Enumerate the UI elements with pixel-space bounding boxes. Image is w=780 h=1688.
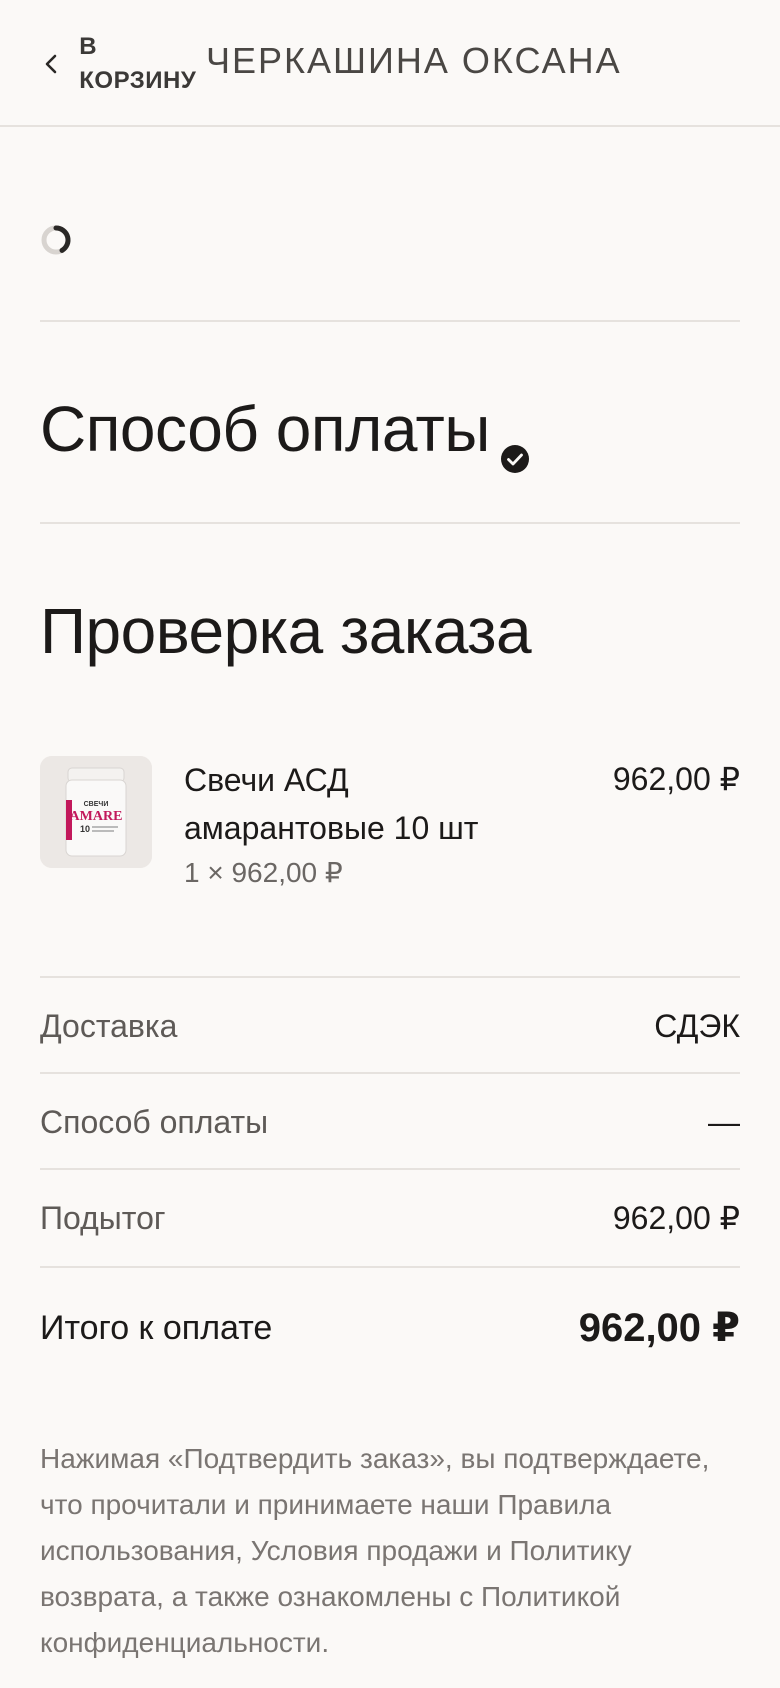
summary-row-total: Итого к оплате 962,00 ₽	[40, 1280, 740, 1376]
header: В КОРЗИНУ ЧЕРКАШИНА ОКСАНА	[0, 0, 780, 127]
product-price: 962,00 ₽	[612, 761, 740, 797]
delivery-label: Доставка	[40, 1007, 178, 1044]
subtotal-label: Подытог	[40, 1199, 166, 1236]
store-name[interactable]: ЧЕРКАШИНА ОКСАНА	[206, 40, 622, 82]
product-name: Свечи АСД амарантовые 10 шт	[184, 762, 479, 846]
product-quantity: 1 × 962,00 ₽	[184, 857, 343, 888]
back-to-cart-label: В КОРЗИНУ	[79, 33, 197, 94]
product-image-brand: AMARE	[70, 809, 123, 824]
summary-row-subtotal: Подытог 962,00 ₽	[40, 1170, 740, 1266]
product-image-count: 10	[80, 824, 90, 834]
terms-notice: Нажимая «Подтвердить заказ», вы подтверж…	[40, 1443, 710, 1658]
product-image-caption: СВЕЧИ	[84, 801, 109, 808]
back-to-cart-button[interactable]: В КОРЗИНУ	[36, 22, 206, 106]
payment-section-title: Способ оплаты	[40, 393, 490, 465]
payment-section-heading[interactable]: Способ оплаты	[40, 392, 530, 474]
divider	[40, 522, 740, 524]
product-image: СВЕЧИ AMARE 10	[40, 756, 152, 868]
payment-method-value: —	[708, 1103, 740, 1140]
checkout-page: В КОРЗИНУ ЧЕРКАШИНА ОКСАНА Способ оплаты…	[0, 0, 780, 1688]
review-section-title: Проверка заказа	[40, 595, 532, 667]
subtotal-value: 962,00 ₽	[612, 1200, 740, 1236]
divider	[40, 320, 740, 322]
check-circle-icon	[500, 415, 530, 474]
summary-row-payment: Способ оплаты —	[40, 1074, 740, 1170]
total-label: Итого к оплате	[40, 1308, 273, 1347]
total-value: 962,00 ₽	[578, 1306, 740, 1350]
summary-row-delivery: Доставка СДЭК	[40, 978, 740, 1074]
delivery-value: СДЭК	[654, 1007, 740, 1044]
loading-spinner-icon	[40, 224, 72, 256]
divider	[40, 1266, 740, 1268]
chevron-left-icon	[36, 49, 65, 79]
payment-method-label: Способ оплаты	[40, 1103, 269, 1140]
